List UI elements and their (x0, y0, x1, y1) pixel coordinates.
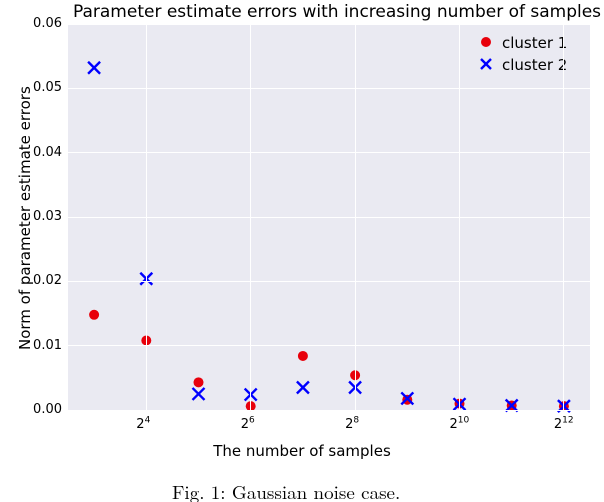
figure-caption: Fig. 1: Gaussian noise case. (172, 478, 400, 502)
x-tick-label: 210 (450, 418, 470, 431)
figure: Parameter estimate errors with increasin… (0, 0, 604, 502)
chart-title: Parameter estimate errors with increasin… (73, 2, 601, 22)
x-tick-label: 212 (554, 418, 574, 431)
x-tick-label: 24 (136, 418, 150, 431)
y-tick-label: 0.05 (33, 81, 62, 94)
y-tick-label: 0.06 (33, 17, 62, 30)
gridline-v (146, 24, 147, 410)
x-tick-label: 26 (241, 418, 255, 431)
y-axis-label: Norm of parameter estimate errors (16, 86, 34, 350)
gridline-v (563, 24, 564, 410)
y-tick-label: 0.04 (33, 146, 62, 159)
y-tick-label: 0.00 (33, 403, 62, 416)
gridline-v (459, 24, 460, 410)
legend-label-2: cluster 2 (502, 58, 567, 73)
y-tick-label: 0.01 (33, 339, 62, 352)
legend-label-1: cluster 1 (502, 36, 567, 51)
y-tick-label: 0.02 (33, 274, 62, 287)
legend-marker-circle (474, 35, 500, 49)
x-tick-label: 28 (345, 418, 359, 431)
x-axis-label: The number of samples (0, 442, 604, 460)
gridline-v (355, 24, 356, 410)
y-tick-label: 0.03 (33, 210, 62, 223)
gridline-v (250, 24, 251, 410)
legend-marker-x (474, 57, 500, 71)
